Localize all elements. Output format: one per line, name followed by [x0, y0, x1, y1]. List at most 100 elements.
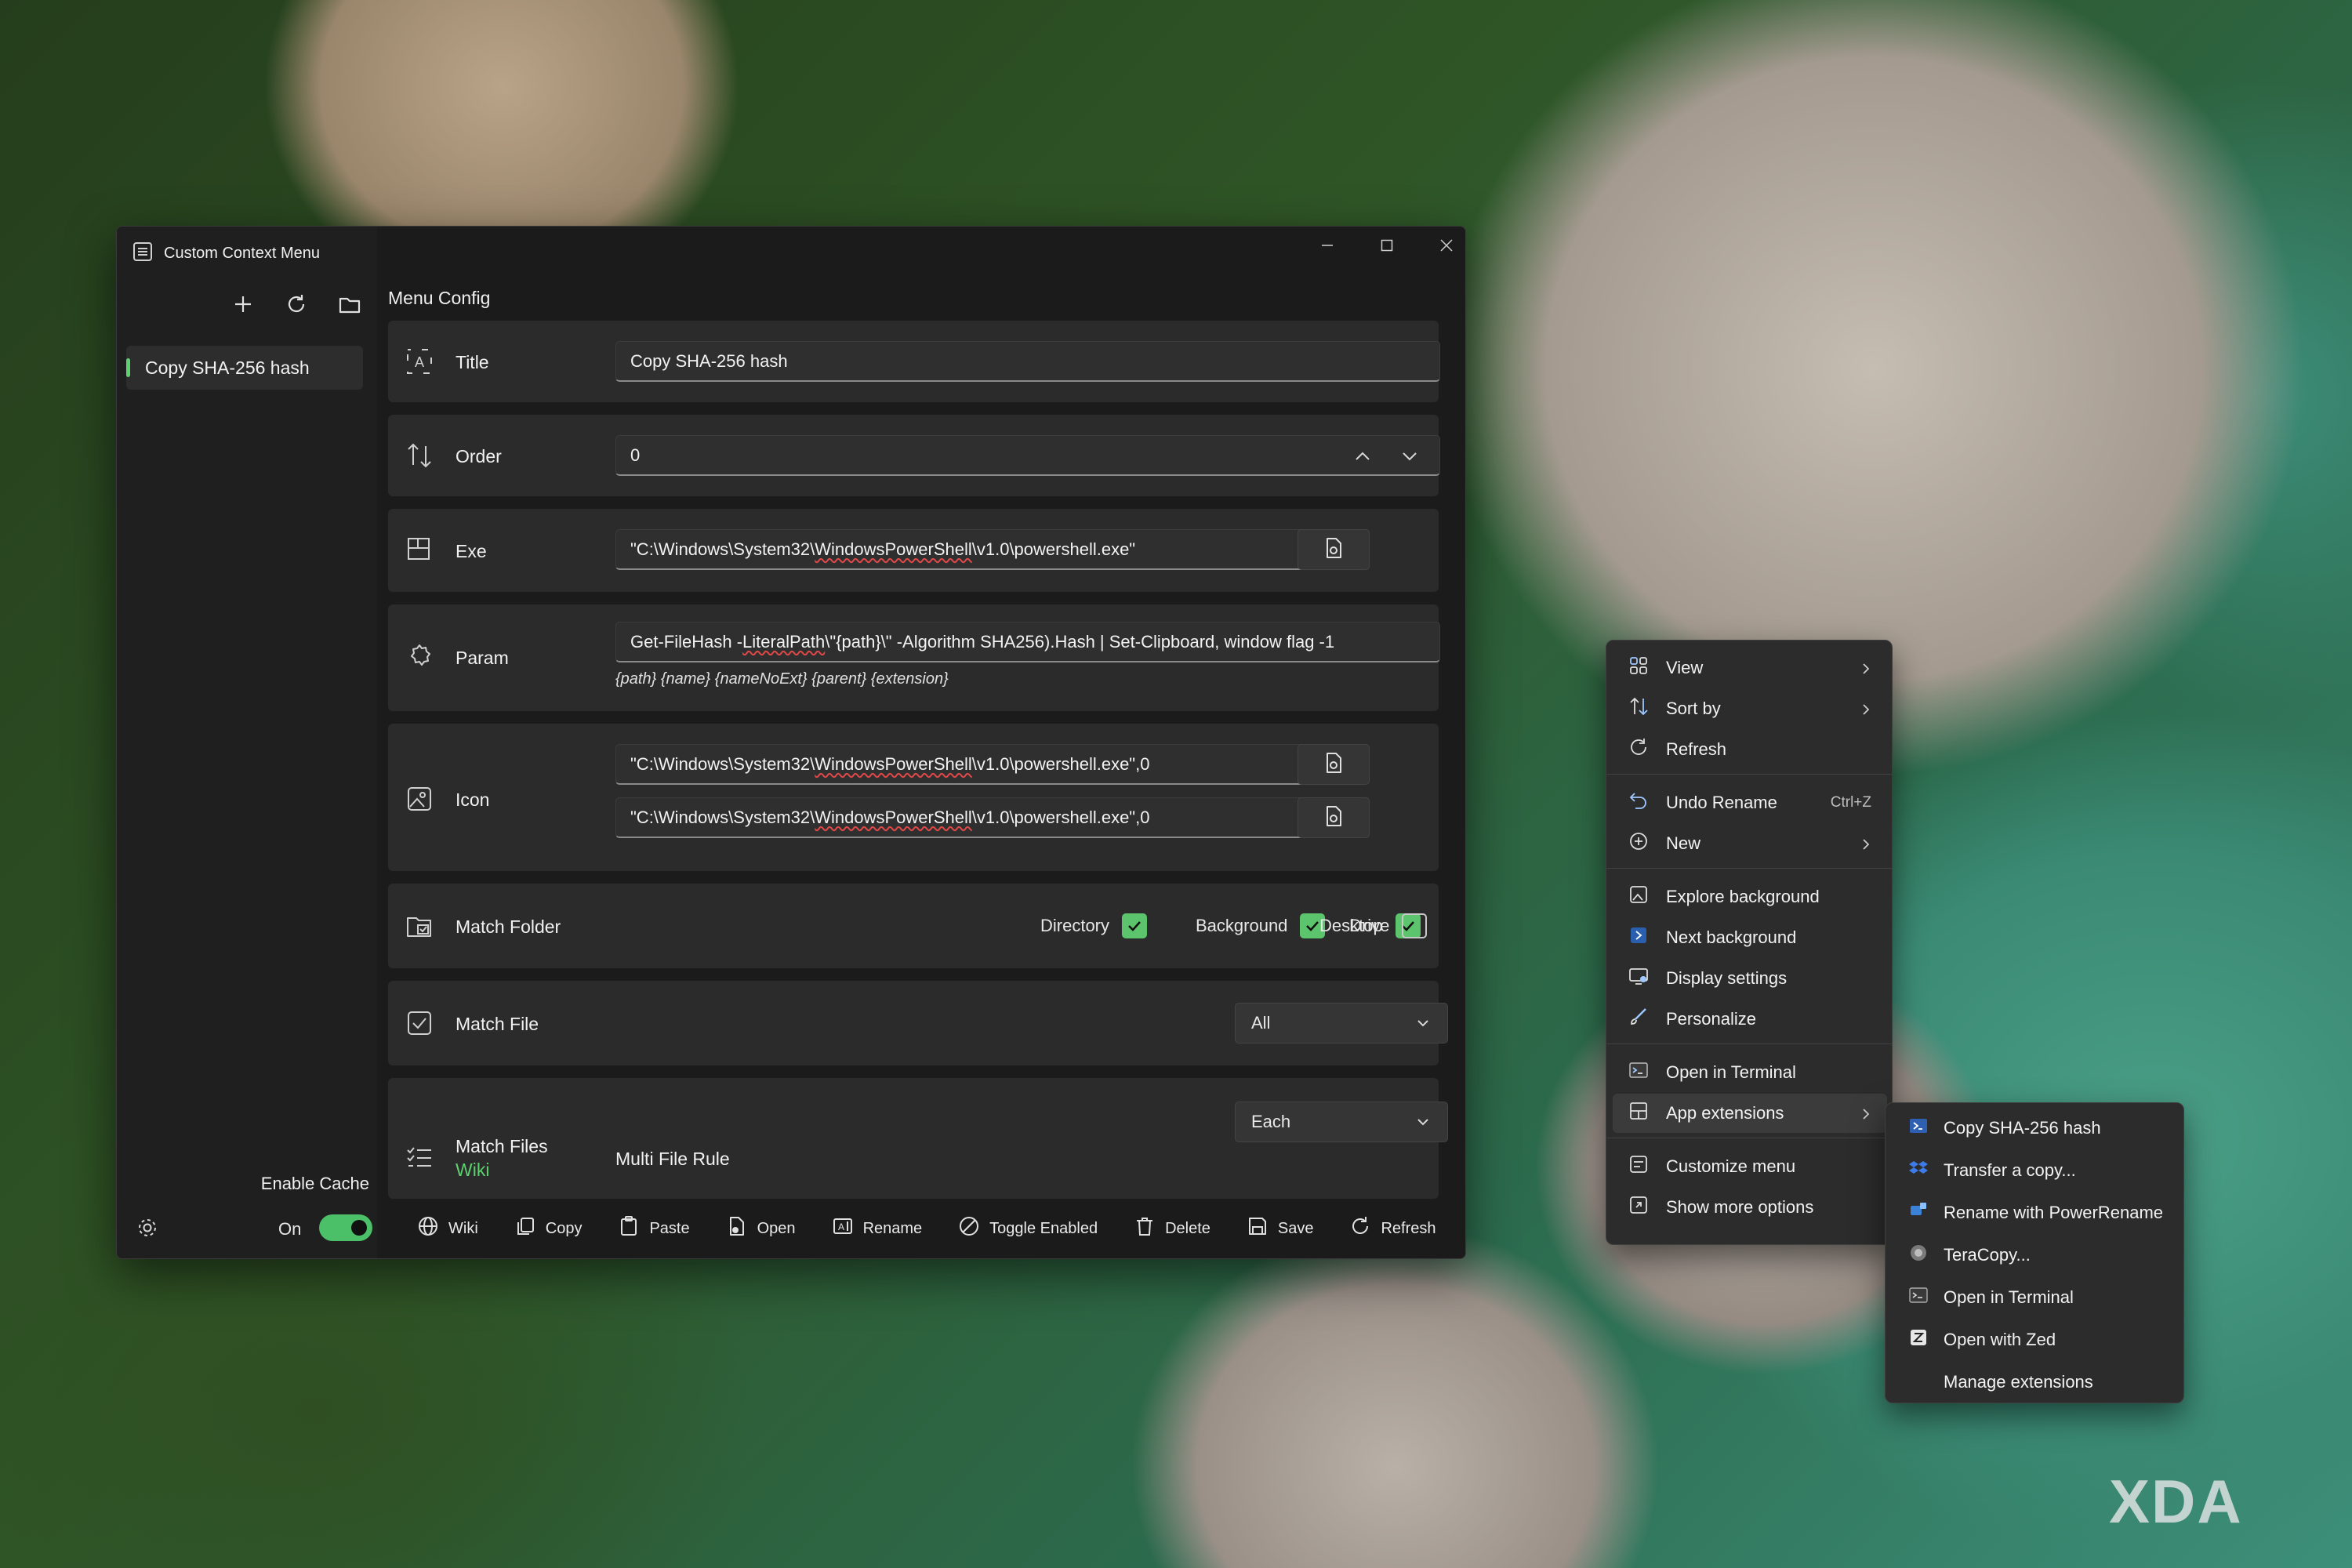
menu-item-label: Undo Rename [1666, 793, 1777, 812]
submenu-item-transfer-copy[interactable]: Transfer a copy... [1892, 1152, 2179, 1189]
match-file-card: Match File All [388, 981, 1448, 1065]
svg-text:A: A [838, 1221, 844, 1232]
explore-icon [1628, 884, 1649, 909]
menu-item-label: Explore background [1666, 887, 1820, 906]
match-file-select[interactable]: All [1235, 1003, 1448, 1044]
param-label: Param [456, 648, 509, 668]
param-value-prefix: Get-FileHash - [630, 631, 743, 652]
drive-checkbox[interactable]: Drive [1349, 913, 1428, 938]
title-card: A Title Copy SHA-256 hash [388, 321, 1440, 402]
save-button-label: Save [1277, 1219, 1314, 1237]
icon-path-suffix: \v1.0\powershell.exe",0 [971, 753, 1150, 774]
title-label: Title [456, 352, 489, 372]
submenu-item-open-in-terminal[interactable]: Open in Terminal [1892, 1279, 2179, 1316]
title-input[interactable]: Copy SHA-256 hash [615, 341, 1440, 382]
titlebar: Custom Context Menu [132, 238, 320, 269]
reload-icon[interactable] [283, 291, 310, 318]
app-icon [132, 241, 153, 266]
submenu-item-copy-sha256[interactable]: Copy SHA-256 hash [1892, 1109, 2179, 1147]
open-button[interactable]: Open [708, 1210, 814, 1247]
menu-item-open-in-terminal[interactable]: Open in Terminal [1613, 1053, 1887, 1092]
menu-item-app-extensions[interactable]: App extensions [1613, 1094, 1887, 1133]
customize-icon [1628, 1154, 1649, 1179]
exe-path-input[interactable]: "C:\Windows\System32\ WindowsPowerShell \v… [615, 529, 1332, 570]
submenu-item-label: Open in Terminal [1944, 1287, 2074, 1307]
menu-item-customize-menu[interactable]: Customize menu [1613, 1147, 1887, 1186]
minimize-icon[interactable] [1316, 234, 1338, 256]
param-value-suffix: \"{path}\" -Algorithm SHA256).Hash | Set… [825, 631, 1335, 652]
menu-item-refresh[interactable]: Refresh [1613, 730, 1887, 769]
submenu-item-manage-extensions[interactable]: Manage extensions [1892, 1363, 2179, 1401]
teracopy-icon [1909, 1243, 1928, 1267]
wiki-button[interactable]: Wiki [399, 1210, 496, 1247]
icon-path-input-1[interactable]: "C:\Windows\System32\ WindowsPowerShell \v… [615, 744, 1332, 785]
add-icon[interactable] [230, 291, 256, 318]
param-input[interactable]: Get-FileHash - LiteralPath \"{path}\" -Al… [615, 622, 1440, 662]
menu-item-show-more-options[interactable]: Show more options [1613, 1188, 1887, 1227]
icon-card: Icon "C:\Windows\System32\ WindowsPowerSh… [388, 724, 1439, 871]
sidebar-item-copy-sha256[interactable]: Copy SHA-256 hash [126, 346, 363, 390]
submenu-item-powerrename[interactable]: Rename with PowerRename [1892, 1194, 2179, 1232]
close-icon[interactable] [1436, 234, 1457, 256]
param-placeholders-hint: {path} {name} {nameNoExt} {parent} {exte… [615, 670, 949, 688]
wiki-button-label: Wiki [448, 1219, 478, 1237]
submenu-item-teracopy[interactable]: TeraCopy... [1892, 1236, 2179, 1274]
delete-button[interactable]: Delete [1116, 1210, 1229, 1247]
bottom-toolbar: Wiki Copy Paste Open A Rename Toggle Ena… [377, 1199, 1465, 1258]
directory-checkbox[interactable]: Directory [1040, 913, 1148, 938]
toggle-enabled-button[interactable]: Toggle Enabled [940, 1210, 1116, 1247]
exe-path-word: WindowsPowerShell [815, 539, 972, 559]
menu-item-label: Next background [1666, 927, 1797, 947]
icon-path-word: WindowsPowerShell [815, 807, 972, 827]
browse-exe-button[interactable] [1298, 529, 1370, 570]
menu-item-label: New [1666, 833, 1701, 853]
file-browse-icon [1322, 536, 1345, 564]
match-file-selected: All [1251, 1013, 1271, 1033]
next-background-icon [1628, 925, 1649, 950]
wiki-link[interactable]: Wiki [456, 1160, 489, 1181]
exe-icon [405, 535, 434, 568]
multi-file-rule-select[interactable]: Each [1235, 1102, 1448, 1142]
copy-button-label: Copy [545, 1219, 583, 1237]
menu-item-explore-background[interactable]: Explore background [1613, 877, 1887, 916]
paste-button[interactable]: Paste [600, 1210, 707, 1247]
browse-icon-button-2[interactable] [1298, 797, 1370, 838]
submenu-item-open-with-zed[interactable]: Open with Zed [1892, 1321, 2179, 1359]
menu-item-next-background[interactable]: Next background [1613, 918, 1887, 957]
app-window: Custom Context Menu Copy SHA-256 hash En… [116, 226, 1466, 1259]
folder-icon[interactable] [336, 291, 363, 318]
save-icon [1247, 1215, 1269, 1242]
menu-item-label: Show more options [1666, 1197, 1814, 1217]
browse-icon-button-1[interactable] [1298, 744, 1370, 785]
menu-item-label: Open in Terminal [1666, 1062, 1796, 1082]
save-button[interactable]: Save [1229, 1210, 1332, 1247]
menu-item-view[interactable]: View [1613, 648, 1887, 688]
chevron-down-icon[interactable] [1401, 448, 1418, 469]
menu-item-undo-rename[interactable]: Undo Rename Ctrl+Z [1613, 783, 1887, 822]
maximize-icon[interactable] [1376, 234, 1398, 256]
param-icon [405, 642, 434, 674]
app-extensions-submenu: Copy SHA-256 hash Transfer a copy... Ren… [1885, 1102, 2184, 1403]
menu-item-display-settings[interactable]: Display settings [1613, 959, 1887, 998]
menu-separator [1606, 774, 1892, 775]
chevron-up-icon[interactable] [1354, 448, 1371, 469]
enable-cache-toggle[interactable] [319, 1214, 372, 1241]
clipboard-icon [618, 1215, 640, 1242]
order-number-input[interactable]: 0 [615, 435, 1440, 476]
sidebar: Custom Context Menu Copy SHA-256 hash En… [117, 227, 377, 1258]
copy-button[interactable]: Copy [496, 1210, 601, 1247]
icon-path-input-2[interactable]: "C:\Windows\System32\ WindowsPowerShell \v… [615, 797, 1332, 838]
refresh-button[interactable]: Refresh [1331, 1210, 1454, 1247]
toggle-enabled-button-label: Toggle Enabled [989, 1219, 1098, 1237]
gear-icon[interactable] [136, 1216, 159, 1243]
menu-item-sort-by[interactable]: Sort by [1613, 689, 1887, 728]
cache-state-label: On [278, 1219, 302, 1239]
menu-item-new[interactable]: New [1613, 824, 1887, 863]
xda-watermark: XDA [2109, 1467, 2243, 1536]
multi-file-rule-label: Multi File Rule [615, 1149, 730, 1169]
background-checkbox[interactable]: Background [1196, 913, 1326, 938]
desktop-context-menu: View Sort by Refresh Undo Rename Ctrl+Z … [1606, 640, 1893, 1245]
menu-item-personalize[interactable]: Personalize [1613, 1000, 1887, 1039]
shortcut-label: Ctrl+Z [1830, 794, 1871, 811]
rename-button[interactable]: A Rename [814, 1210, 941, 1247]
